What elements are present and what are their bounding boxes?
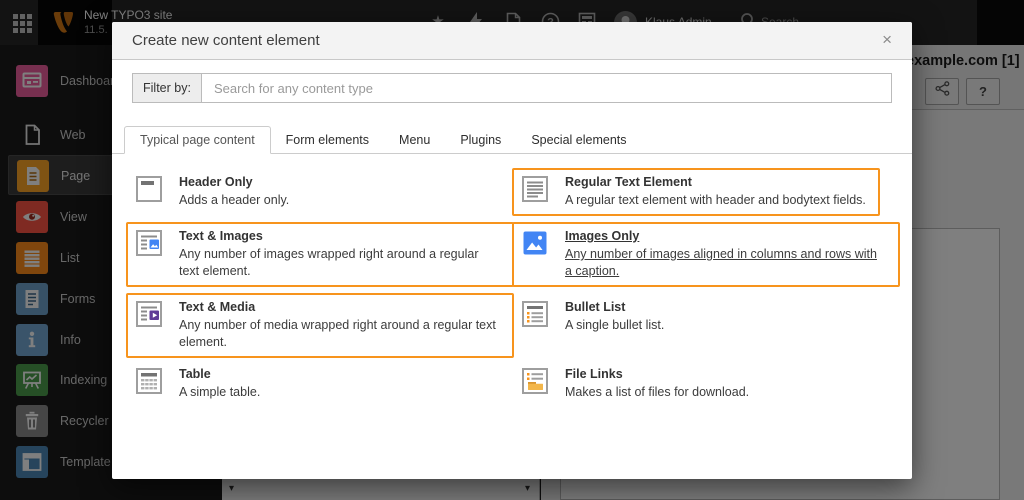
table-icon (133, 365, 165, 397)
content-type-images-only[interactable]: Images Only Any number of images aligned… (512, 222, 900, 287)
tab-typical-page-content[interactable]: Typical page content (124, 126, 271, 154)
filter-label: Filter by: (132, 73, 201, 103)
tab-plugins[interactable]: Plugins (445, 127, 516, 153)
typo3-backend: New TYPO3 site 11.5. ★ ? Klaus Admin Sea… (0, 0, 1024, 500)
content-type-table[interactable]: Table A simple table. (126, 360, 274, 408)
content-type-header-only[interactable]: Header Only Adds a header only. (126, 168, 303, 216)
new-content-element-modal: Create new content element × Filter by: … (112, 22, 912, 479)
regular-text-icon (519, 173, 551, 205)
text-media-icon (133, 298, 165, 330)
modal-tabs: Typical page content Form elements Menu … (112, 126, 912, 154)
file-links-icon (519, 365, 551, 397)
modal-title: Create new content element (132, 32, 320, 49)
content-type-text-images[interactable]: Text & Images Any number of images wrapp… (126, 222, 514, 287)
bullet-list-icon (519, 298, 551, 330)
header-only-icon (133, 173, 165, 205)
content-type-file-links[interactable]: File Links Makes a list of files for dow… (512, 360, 763, 408)
content-element-grid: Header Only Adds a header only. Regular … (112, 153, 912, 479)
content-type-regular-text[interactable]: Regular Text Element A regular text elem… (512, 168, 880, 216)
tab-special-elements[interactable]: Special elements (516, 127, 641, 153)
modal-header: Create new content element × (112, 22, 912, 60)
tab-menu[interactable]: Menu (384, 127, 445, 153)
content-type-text-media[interactable]: Text & Media Any number of media wrapped… (126, 293, 514, 358)
filter-row: Filter by: (132, 73, 892, 103)
images-only-icon (519, 227, 551, 259)
content-type-bullet-list[interactable]: Bullet List A single bullet list. (512, 293, 678, 341)
close-icon[interactable]: × (878, 30, 896, 50)
text-images-icon (133, 227, 165, 259)
tab-form-elements[interactable]: Form elements (271, 127, 384, 153)
content-type-search-input[interactable] (201, 73, 892, 103)
